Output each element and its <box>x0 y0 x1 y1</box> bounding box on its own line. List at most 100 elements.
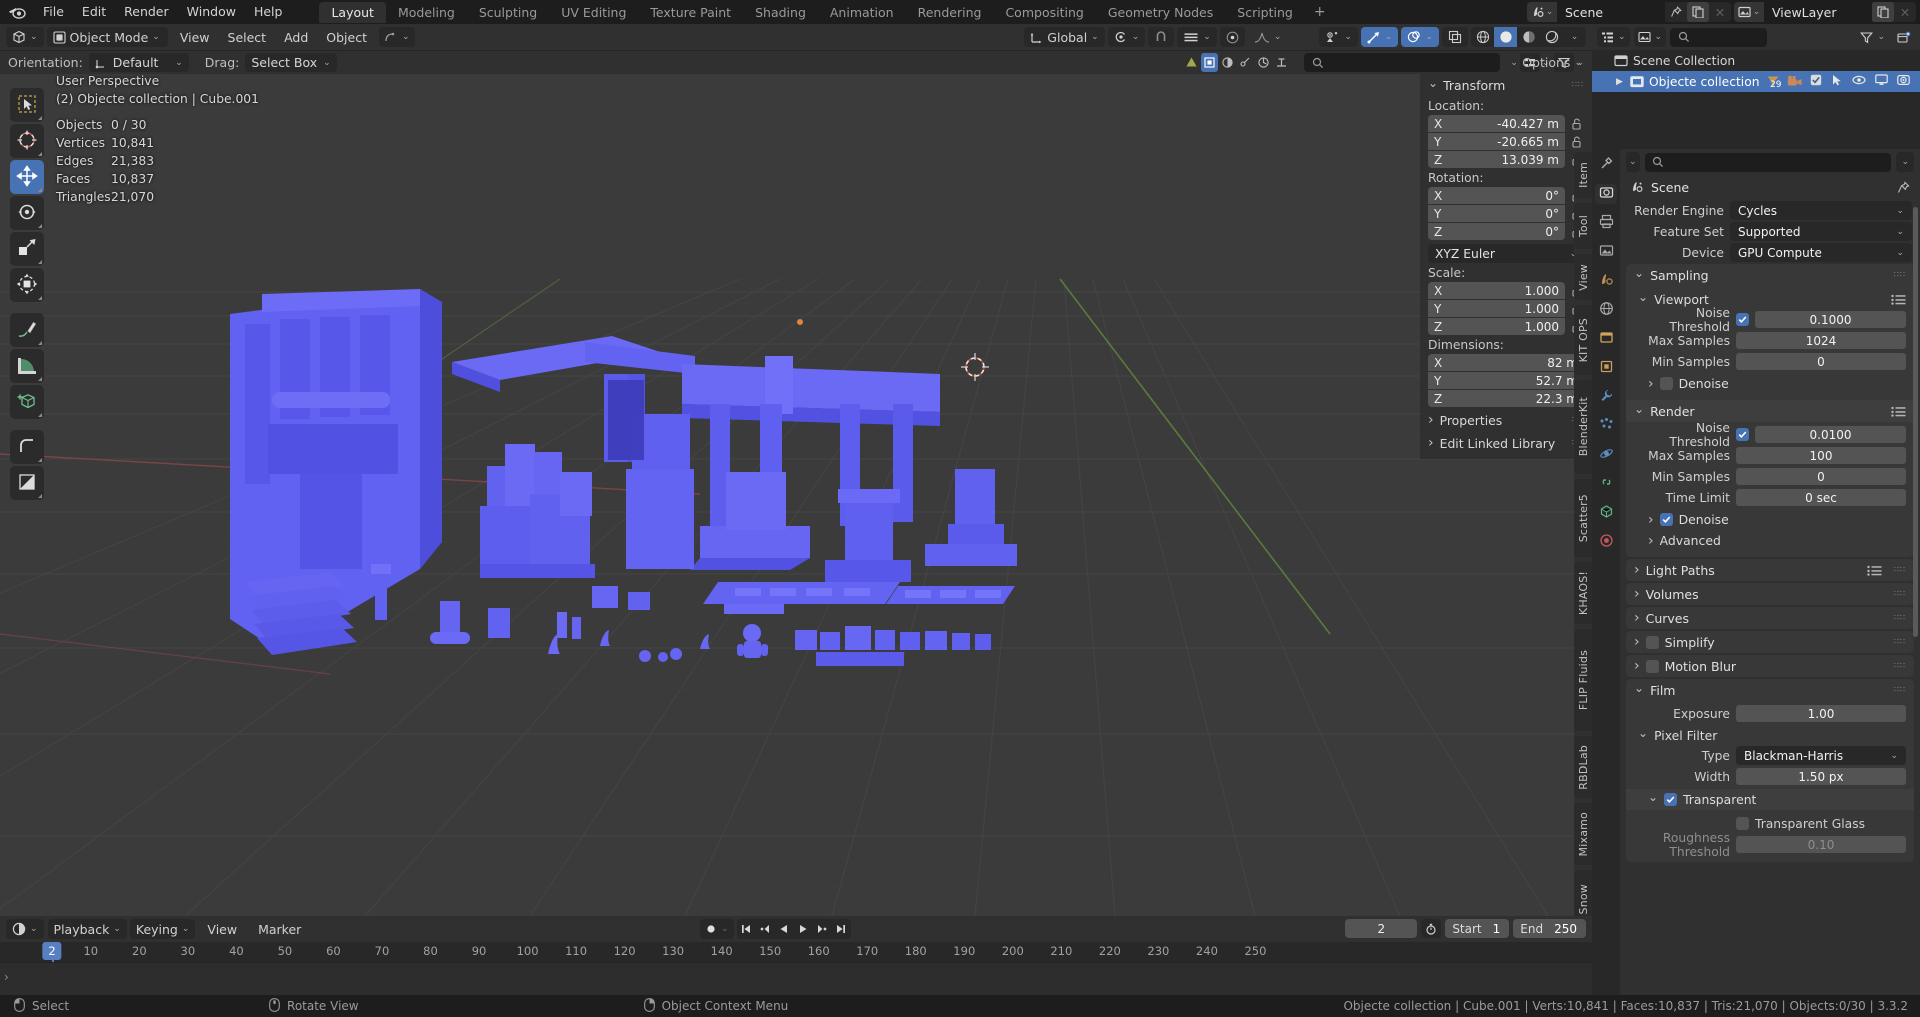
sidebar-tab-rbdlab[interactable]: RBDLab <box>1574 736 1592 798</box>
scale-y-field[interactable]: Y1.000 <box>1428 300 1565 317</box>
shading-dropdown-button[interactable]: ⌄ <box>1563 27 1586 47</box>
new-viewlayer-icon[interactable] <box>1872 2 1894 22</box>
menu-edit[interactable]: Edit <box>73 2 115 22</box>
pivot-point-button[interactable]: ⌄ <box>1108 27 1146 47</box>
data-properties-tab[interactable] <box>1595 503 1617 523</box>
drag-dropdown[interactable]: Select Box ⌄ <box>245 53 336 72</box>
snap-volume-icon[interactable] <box>1219 53 1236 72</box>
shading-wireframe-button[interactable] <box>1471 27 1494 47</box>
section-header[interactable]: Volumes∷∷ <box>1626 583 1914 605</box>
tweak-select-tool[interactable] <box>10 88 44 122</box>
new-collection-icon[interactable] <box>1893 27 1915 47</box>
properties-scrollbar[interactable] <box>1913 207 1918 637</box>
scene-name-field[interactable]: Scene <box>1557 2 1665 22</box>
scale-x-field[interactable]: X1.000 <box>1428 282 1565 299</box>
frame-start-field[interactable]: Start 1 <box>1445 919 1509 938</box>
xray-toggle-button[interactable] <box>1442 27 1468 47</box>
pin-icon[interactable] <box>1897 181 1910 194</box>
monitor-icon[interactable] <box>1875 74 1888 89</box>
section-header[interactable]: Light Paths∷∷ <box>1626 559 1914 581</box>
workspace-tab-geometry-nodes[interactable]: Geometry Nodes <box>1096 2 1225 23</box>
play-reverse-icon[interactable] <box>775 919 794 939</box>
delete-scene-icon[interactable]: ✕ <box>1709 2 1731 22</box>
rotation-x-field[interactable]: X0° <box>1428 187 1565 204</box>
section-header[interactable]: Simplify∷∷ <box>1626 631 1914 653</box>
scale-z-field[interactable]: Z1.000 <box>1428 318 1565 335</box>
rotation-y-field[interactable]: Y0° <box>1428 205 1565 222</box>
menu-help[interactable]: Help <box>245 2 292 22</box>
play-icon[interactable] <box>794 919 813 939</box>
feature-set-dropdown[interactable]: Supported⌄ <box>1730 222 1912 241</box>
sidebar-tab-real-snow[interactable]: Real Snow <box>1574 870 1592 916</box>
show-gizmo-button[interactable]: ⌄ <box>1361 27 1399 47</box>
exposure-value[interactable]: 1.00 <box>1736 705 1906 722</box>
playhead-frame-badge[interactable]: 2 <box>42 942 61 960</box>
viewport-min-samples-value[interactable]: 0 <box>1736 353 1906 370</box>
cursor-tool[interactable] <box>10 124 44 158</box>
workspace-tab-sculpting[interactable]: Sculpting <box>467 2 549 23</box>
outliner-row-scene-collection[interactable]: Scene Collection <box>1592 50 1920 71</box>
viewport-shading-modes[interactable]: ⌄ <box>1471 27 1586 47</box>
properties-search-input[interactable] <box>1645 153 1892 172</box>
modifier-properties-tab[interactable] <box>1595 387 1617 407</box>
lock-location-y-icon[interactable] <box>1569 136 1584 148</box>
workspace-tab-layout[interactable]: Layout <box>319 2 386 23</box>
snap-magnet-icon[interactable] <box>1148 27 1174 47</box>
shading-material-button[interactable] <box>1517 27 1540 47</box>
render-denoise-header[interactable]: Denoise <box>1634 509 1906 530</box>
scene-datablock[interactable]: ⌄ Scene ✕ <box>1527 2 1731 22</box>
tool-properties-tab[interactable] <box>1595 155 1617 175</box>
proportional-falloff-icon[interactable]: ⌄ <box>1248 27 1288 47</box>
outliner-row-objecte-collection[interactable]: ▶Objecte collection29 <box>1592 71 1920 92</box>
transparent-glass-checkbox[interactable] <box>1736 817 1749 830</box>
snap-target-group[interactable] <box>1183 53 1290 72</box>
viewport-denoise-header[interactable]: Denoise <box>1634 373 1906 394</box>
viewport-denoise-checkbox[interactable] <box>1660 377 1673 390</box>
expand-arrow-icon[interactable]: ▶ <box>1616 77 1625 87</box>
checkbox-icon[interactable] <box>1810 74 1822 89</box>
move-tool[interactable] <box>10 160 44 194</box>
section-header[interactable]: Curves∷∷ <box>1626 607 1914 629</box>
annotate-tool[interactable] <box>10 313 44 347</box>
timeline-menu-keying[interactable]: Keying⌄ <box>130 919 196 939</box>
viewport-noise-threshold-value[interactable]: 0.1000 <box>1755 311 1906 328</box>
outliner-search-input[interactable] <box>1670 28 1767 47</box>
viewport-menu-add[interactable]: Add <box>275 27 317 47</box>
workspace-tab-rendering[interactable]: Rendering <box>906 2 994 23</box>
physics-properties-tab[interactable] <box>1595 445 1617 465</box>
render-max-samples-value[interactable]: 100 <box>1736 447 1906 464</box>
viewport-menu-select[interactable]: Select <box>219 27 276 47</box>
section-simplify[interactable]: Simplify∷∷ <box>1626 631 1914 653</box>
transform-panel-header[interactable]: Transform ∷∷ <box>1420 74 1592 96</box>
constraints-properties-tab[interactable] <box>1595 474 1617 494</box>
shading-rendered-button[interactable] <box>1540 27 1563 47</box>
render-properties-tab[interactable] <box>1595 184 1617 204</box>
tool-search-input[interactable] <box>1304 53 1500 72</box>
film-header[interactable]: Film ∷∷ <box>1626 679 1914 701</box>
viewlayer-properties-tab[interactable] <box>1595 242 1617 262</box>
jump-end-icon[interactable] <box>832 919 851 939</box>
outliner-filter-icon[interactable]: ⌄ <box>1856 27 1889 47</box>
world-properties-tab[interactable] <box>1595 300 1617 320</box>
roughness-threshold-value[interactable]: 0.10 <box>1736 836 1906 853</box>
workspace-tab-uv-editing[interactable]: UV Editing <box>549 2 638 23</box>
editor-type-button[interactable]: ⌄ <box>6 27 44 47</box>
timeline-menu-marker[interactable]: Marker <box>249 919 310 939</box>
snap-face-icon[interactable] <box>1201 53 1218 72</box>
3d-viewport[interactable]: User Perspective (2) Objecte collection … <box>0 74 1592 916</box>
viewport-options-button[interactable]: Options ⌄ <box>1522 55 1582 70</box>
render-noise-threshold-checkbox[interactable] <box>1736 428 1749 441</box>
camera-render-icon[interactable] <box>1897 74 1910 89</box>
current-frame-field[interactable]: 2 <box>1345 919 1417 938</box>
section-curves[interactable]: Curves∷∷ <box>1626 607 1914 629</box>
transparent-checkbox[interactable] <box>1664 793 1677 806</box>
workspace-tab-modeling[interactable]: Modeling <box>386 2 467 23</box>
timeline-ruler[interactable]: 1020304050607080901001101201301401501601… <box>0 942 1592 995</box>
snap-anchor-icon[interactable] <box>1273 53 1290 72</box>
sidebar-tab-mixamo[interactable]: Mixamo <box>1574 803 1592 865</box>
sidebar-tab-blenderkit[interactable]: BlenderKit <box>1574 380 1592 474</box>
render-min-samples-value[interactable]: 0 <box>1736 468 1906 485</box>
transparent-header[interactable]: Transparent <box>1626 789 1914 810</box>
workspace-tab-compositing[interactable]: Compositing <box>993 2 1095 23</box>
proportional-edit-button[interactable]: ⌄ <box>1177 27 1217 47</box>
